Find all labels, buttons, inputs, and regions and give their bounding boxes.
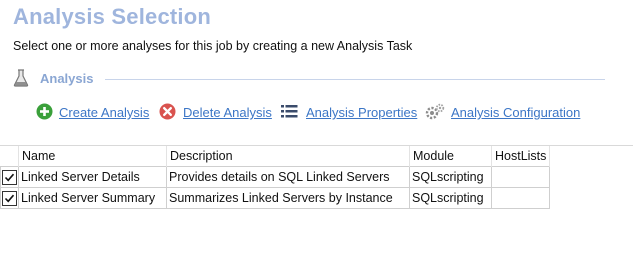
analysis-properties-label[interactable]: Analysis Properties — [306, 105, 417, 120]
delete-circle-icon — [159, 103, 176, 120]
column-header-name[interactable]: Name — [18, 146, 167, 167]
section-divider — [105, 79, 605, 80]
checkmark-icon — [4, 194, 15, 203]
analysis-properties-button[interactable]: Analysis Properties — [281, 102, 421, 122]
analysis-section-header: Analysis — [13, 67, 605, 89]
row-checkbox-cell — [0, 166, 19, 188]
row-checkbox[interactable] — [2, 169, 17, 185]
gears-icon — [425, 103, 445, 120]
analysis-grid: Name Description Module HostLists Linked… — [0, 146, 551, 209]
section-label: Analysis — [40, 71, 94, 86]
analysis-configuration-label[interactable]: Analysis Configuration — [451, 105, 580, 120]
create-analysis-label[interactable]: Create Analysis — [59, 105, 149, 120]
analysis-configuration-button[interactable]: Analysis Configuration — [425, 102, 585, 122]
cell-hostlists — [490, 166, 551, 188]
cell-description: Provides details on SQL Linked Servers — [166, 166, 410, 188]
list-icon — [281, 105, 298, 118]
grid-header-row: Name Description Module HostLists — [0, 146, 551, 167]
column-header-module[interactable]: Module — [409, 146, 492, 167]
row-checkbox-cell — [0, 187, 19, 209]
cell-name: Linked Server Summary — [18, 187, 167, 209]
cell-description: Summarizes Linked Servers by Instance — [166, 187, 410, 209]
column-header-description[interactable]: Description — [166, 146, 410, 167]
cell-module: SQLscripting — [409, 166, 492, 188]
page-subtitle: Select one or more analyses for this job… — [13, 39, 413, 53]
cell-module: SQLscripting — [409, 187, 492, 209]
delete-analysis-button[interactable]: Delete Analysis — [159, 102, 277, 122]
table-row[interactable]: Linked Server Details Provides details o… — [0, 166, 551, 188]
cell-hostlists — [490, 187, 551, 209]
checkmark-icon — [4, 173, 15, 182]
cell-name: Linked Server Details — [18, 166, 167, 188]
create-analysis-button[interactable]: Create Analysis — [36, 102, 156, 122]
flask-icon — [13, 69, 29, 87]
delete-analysis-label[interactable]: Delete Analysis — [183, 105, 272, 120]
column-header-hostlists[interactable]: HostLists — [491, 146, 551, 167]
page-title: Analysis Selection — [13, 4, 212, 29]
add-circle-icon — [36, 103, 53, 120]
table-row[interactable]: Linked Server Summary Summarizes Linked … — [0, 187, 551, 209]
row-checkbox[interactable] — [2, 190, 17, 206]
header-checkbox-column — [0, 146, 19, 167]
